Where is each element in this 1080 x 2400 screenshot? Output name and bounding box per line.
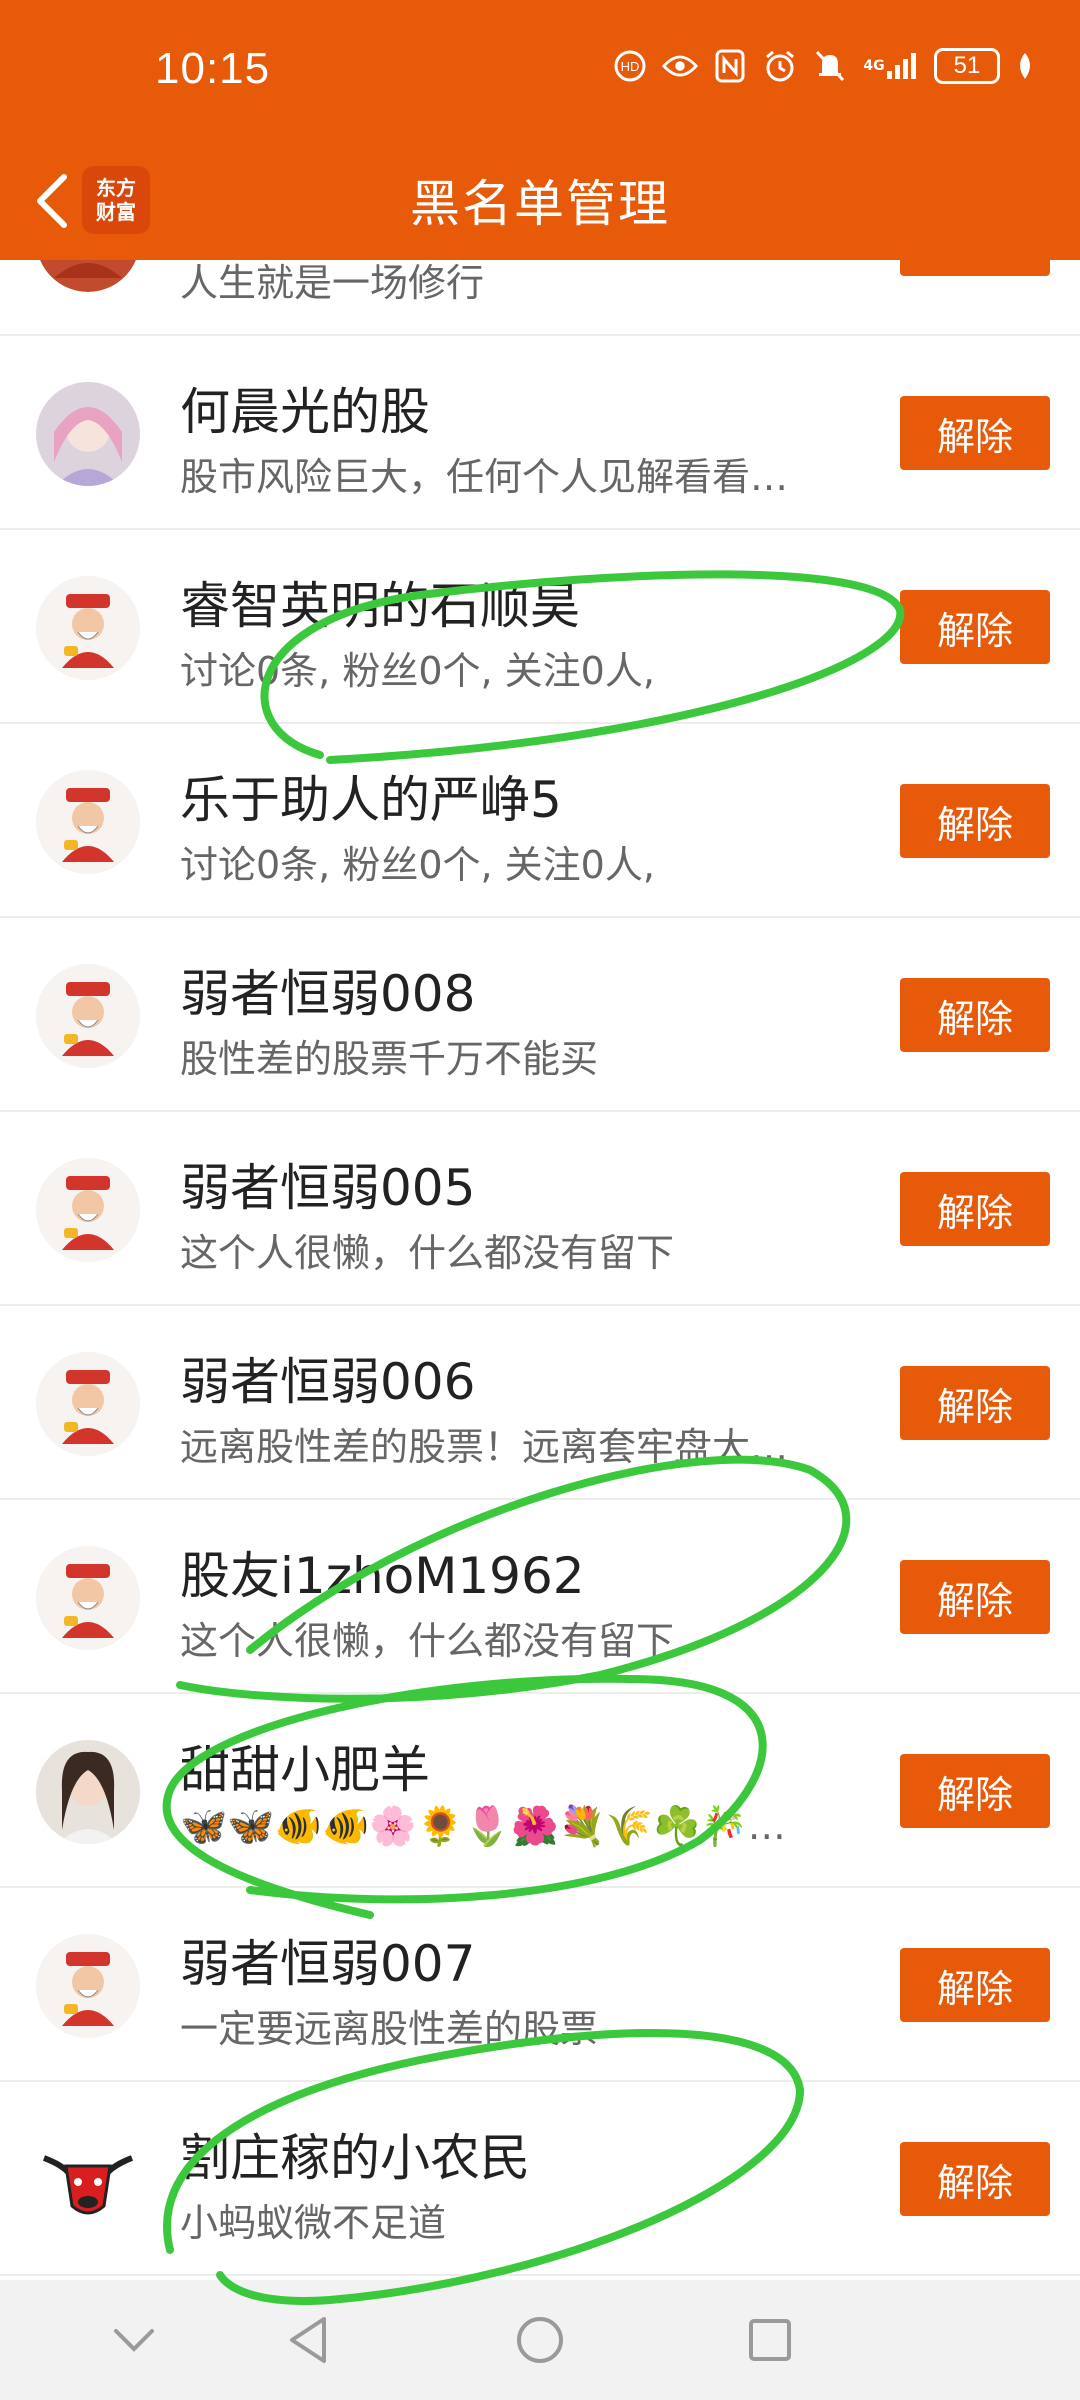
list-item: 甜甜小肥羊 🦋🦋🐠🐠🌸🌻🌷🌺💐🌾☘️🎋… 解除 xyxy=(0,1694,1080,1888)
navigation-bar: 东方 财富 黑名单管理 xyxy=(0,140,1080,260)
list-item: 割庄稼的小农民 小蚂蚁微不足道 解除 xyxy=(0,2082,1080,2276)
remove-button[interactable]: 解除 xyxy=(900,260,1050,276)
triangle-back-icon xyxy=(290,2317,326,2363)
network-type: 4G xyxy=(863,58,885,74)
status-icons: HD 4G 51 xyxy=(612,48,1036,84)
remove-button[interactable]: 解除 xyxy=(900,1754,1050,1828)
svg-text:HD: HD xyxy=(621,59,640,74)
remove-button[interactable]: 解除 xyxy=(900,1560,1050,1634)
remove-button[interactable]: 解除 xyxy=(900,978,1050,1052)
user-description: 这个人很懒，什么都没有留下 xyxy=(180,1619,675,1663)
user-description: 🦋🦋🐠🐠🌸🌻🌷🌺💐🌾☘️🎋… xyxy=(180,1804,786,1848)
user-description: 人生就是一场修行 xyxy=(180,261,485,305)
back-nav-button[interactable] xyxy=(278,2310,338,2370)
user-name: 何晨光的股 xyxy=(180,383,430,441)
avatar xyxy=(36,382,140,486)
square-recents-icon xyxy=(749,2319,791,2361)
list-item: 弱者恒弱007 一定要远离股性差的股票 解除 xyxy=(0,1888,1080,2082)
list-item: 弱者恒弱008 股性差的股票千万不能买 解除 xyxy=(0,918,1080,1112)
remove-button[interactable]: 解除 xyxy=(900,2142,1050,2216)
eye-icon xyxy=(662,48,698,84)
user-name: 弱者恒弱008 xyxy=(180,965,476,1023)
blacklist: 人生就是一场修行 解除 何晨光的股 股市风险巨大，任何个人见解看看… 解除 睿智… xyxy=(0,260,1080,2280)
avatar xyxy=(36,1158,140,1262)
chevron-left-icon xyxy=(37,174,67,228)
mute-bell-icon xyxy=(812,48,848,84)
avatar xyxy=(36,1546,140,1650)
user-description: 讨论0条, 粉丝0个, 关注0人, xyxy=(180,843,655,887)
remove-button[interactable]: 解除 xyxy=(900,396,1050,470)
avatar xyxy=(36,770,140,874)
circle-home-icon xyxy=(517,2317,563,2363)
remove-button[interactable]: 解除 xyxy=(900,1366,1050,1440)
list-item: 乐于助人的严峥5 讨论0条, 粉丝0个, 关注0人, 解除 xyxy=(0,724,1080,918)
recents-button[interactable] xyxy=(740,2310,800,2370)
battery-indicator: 51 xyxy=(934,48,1000,84)
user-name: 甜甜小肥羊 xyxy=(180,1741,430,1799)
list-item: 弱者恒弱006 远离股性差的股票！远离套牢盘大… 解除 xyxy=(0,1306,1080,1500)
avatar xyxy=(36,576,140,680)
hd-call-icon: HD xyxy=(612,48,648,84)
user-description: 股市风险巨大，任何个人见解看看… xyxy=(180,455,789,499)
app-logo: 东方 财富 xyxy=(82,166,150,234)
user-name: 弱者恒弱005 xyxy=(180,1159,476,1217)
user-name: 弱者恒弱006 xyxy=(180,1353,476,1411)
user-name: 睿智英明的石顺昊 xyxy=(180,577,580,635)
user-name: 乐于助人的严峥5 xyxy=(180,771,562,829)
avatar xyxy=(36,1352,140,1456)
user-name: 股友i1zhoM1962 xyxy=(180,1547,585,1605)
list-item: 睿智英明的石顺昊 讨论0条, 粉丝0个, 关注0人, 解除 xyxy=(0,530,1080,724)
list-item: 何晨光的股 股市风险巨大，任何个人见解看看… 解除 xyxy=(0,336,1080,530)
list-item: 弱者恒弱005 这个人很懒，什么都没有留下 解除 xyxy=(0,1112,1080,1306)
user-name: 弱者恒弱007 xyxy=(180,1935,476,1993)
avatar xyxy=(36,964,140,1068)
signal-icon: 4G xyxy=(862,48,920,84)
user-description: 股性差的股票千万不能买 xyxy=(180,1037,599,1081)
user-name: 割庄稼的小农民 xyxy=(180,2129,530,2187)
remove-button[interactable]: 解除 xyxy=(900,784,1050,858)
avatar xyxy=(36,260,140,292)
system-navigation-bar xyxy=(0,2280,1080,2400)
status-bar: 10:15 HD 4G 51 xyxy=(0,0,1080,140)
leaf-icon xyxy=(1014,48,1036,84)
user-description: 这个人很懒，什么都没有留下 xyxy=(180,1231,675,1275)
remove-button[interactable]: 解除 xyxy=(900,590,1050,664)
logo-text-2: 财富 xyxy=(96,200,136,224)
remove-button[interactable]: 解除 xyxy=(900,1948,1050,2022)
avatar xyxy=(36,2128,140,2232)
logo-text-1: 东方 xyxy=(96,176,136,200)
user-description: 一定要远离股性差的股票 xyxy=(180,2007,599,2051)
remove-button[interactable]: 解除 xyxy=(900,1172,1050,1246)
page-title: 黑名单管理 xyxy=(410,175,670,233)
alarm-icon xyxy=(762,48,798,84)
collapse-button[interactable] xyxy=(104,2310,164,2370)
home-button[interactable] xyxy=(510,2310,570,2370)
avatar xyxy=(36,1934,140,2038)
chevron-down-icon xyxy=(114,2329,154,2352)
user-description: 远离股性差的股票！远离套牢盘大… xyxy=(180,1425,789,1469)
list-item: 股友i1zhoM1962 这个人很懒，什么都没有留下 解除 xyxy=(0,1500,1080,1694)
top-app-bar: 10:15 HD 4G 51 东方 财富 黑名单管理 xyxy=(0,0,1080,260)
nfc-icon xyxy=(712,48,748,84)
user-description: 讨论0条, 粉丝0个, 关注0人, xyxy=(180,649,655,693)
list-item: 人生就是一场修行 解除 xyxy=(0,260,1080,336)
status-time: 10:15 xyxy=(155,44,271,93)
back-button[interactable] xyxy=(22,166,82,236)
avatar xyxy=(36,1740,140,1844)
user-description: 小蚂蚁微不足道 xyxy=(180,2201,447,2245)
